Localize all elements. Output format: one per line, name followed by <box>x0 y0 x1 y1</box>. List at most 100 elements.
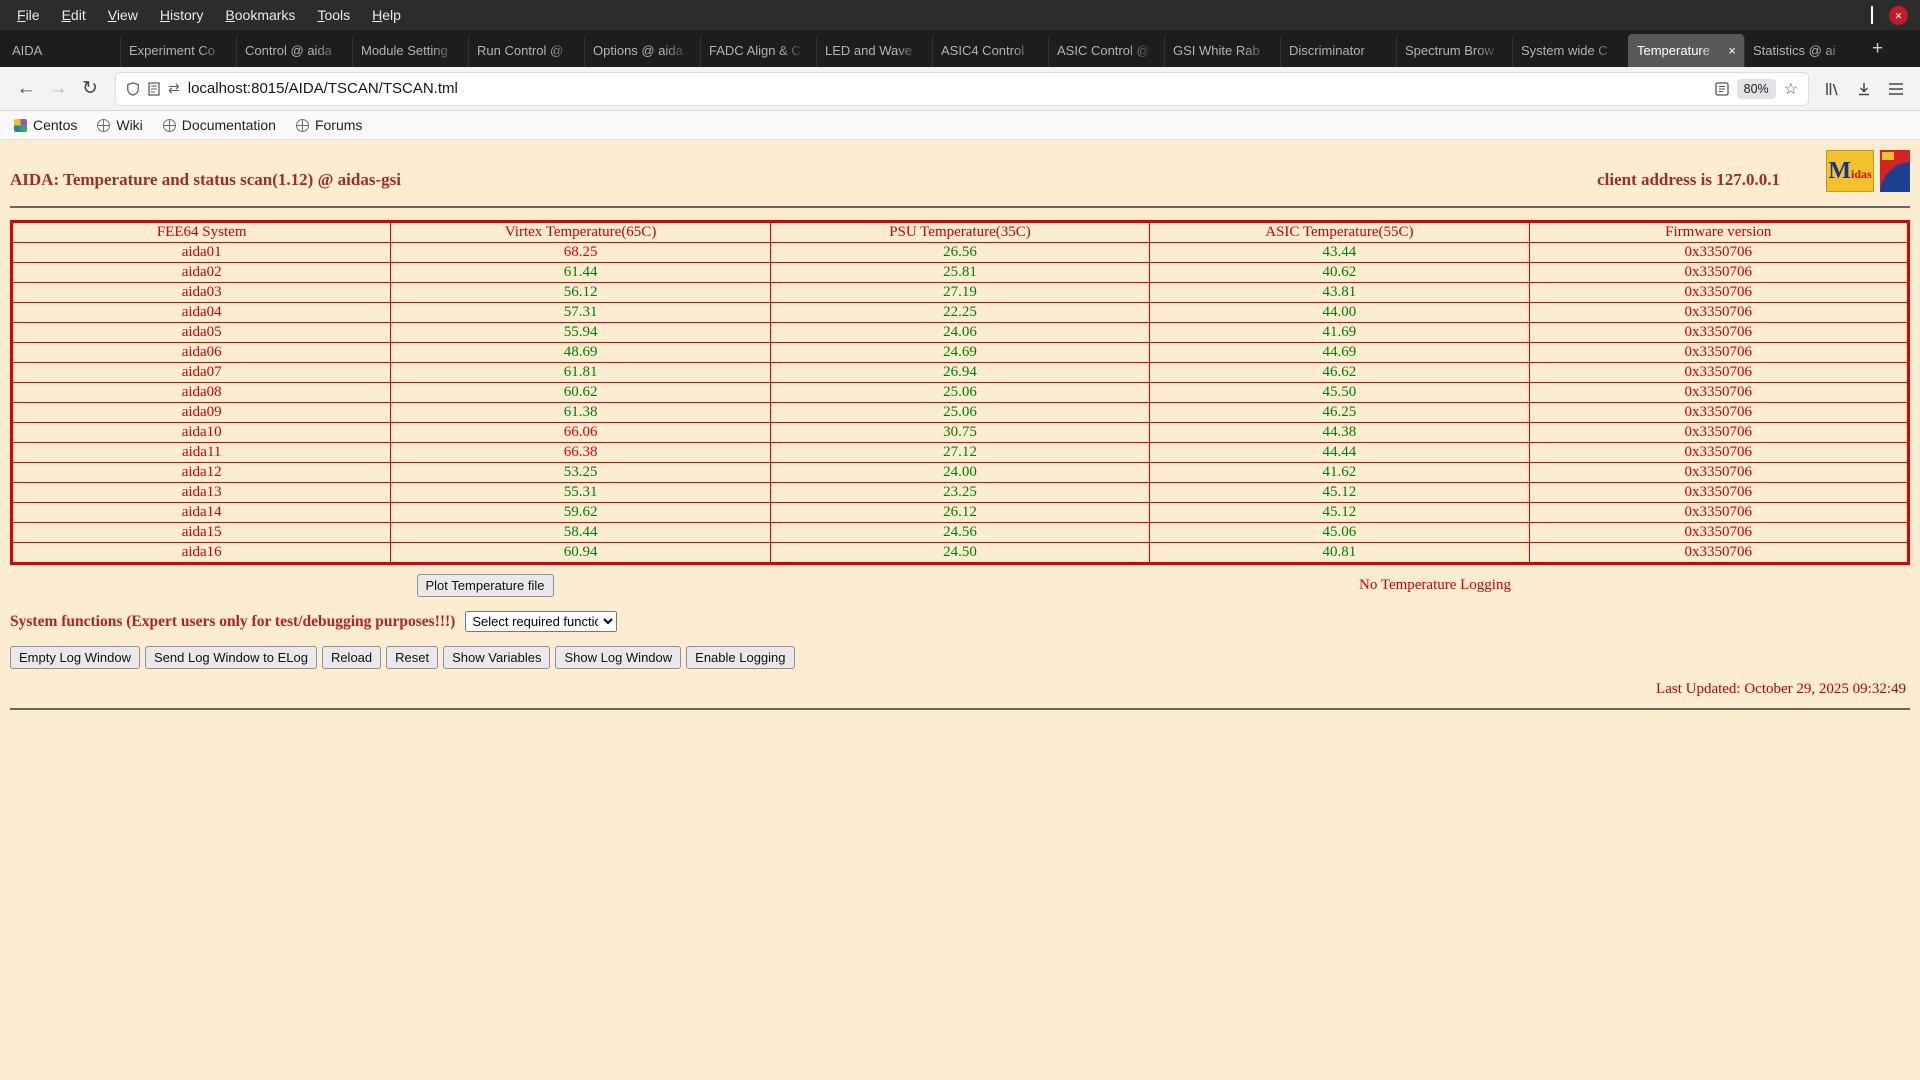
browser-tab[interactable]: Discriminator <box>1280 34 1396 67</box>
table-row: aida06 48.69 24.69 44.69 0x3350706 <box>10 342 1910 363</box>
system-function-select[interactable]: Select required function <box>465 611 618 632</box>
new-tab-button[interactable]: + <box>1860 38 1895 60</box>
browser-tab[interactable]: GSI White Rab <box>1164 34 1280 67</box>
system-action-button[interactable]: Reset <box>386 646 439 669</box>
system-action-button[interactable]: Empty Log Window <box>10 646 140 669</box>
virtex-temperature: 68.25 <box>390 242 771 263</box>
psu-temperature: 24.50 <box>769 542 1151 564</box>
bookmark-favicon <box>14 118 27 132</box>
bookmark-item[interactable]: Centos <box>14 117 77 133</box>
table-row: aida09 61.38 25.06 46.25 0x3350706 <box>10 402 1910 423</box>
tab-label: FADC Align & C <box>709 43 801 58</box>
column-header: FEE64 System <box>10 221 392 243</box>
menu-item[interactable]: File <box>6 2 51 28</box>
browser-tab[interactable]: Spectrum Brow <box>1396 34 1512 67</box>
bookmark-favicon <box>97 118 111 132</box>
browser-tab[interactable]: FADC Align & C <box>700 34 816 67</box>
hamburger-menu-icon[interactable] <box>1888 82 1904 96</box>
browser-tab[interactable]: Control @ aida <box>236 34 352 67</box>
asic-temperature: 40.81 <box>1149 542 1530 564</box>
fee64-system-name: aida06 <box>10 342 392 363</box>
firmware-version: 0x3350706 <box>1528 282 1910 303</box>
permissions-icon[interactable]: ⇄ <box>168 80 180 97</box>
toolbar-right-icons <box>1818 81 1910 97</box>
browser-tab[interactable]: Run Control @ <box>468 34 584 67</box>
menu-item[interactable]: Bookmarks <box>214 2 306 28</box>
fee64-system-name: aida07 <box>10 362 392 383</box>
temperature-logging-status: No Temperature Logging <box>1359 577 1511 593</box>
menu-item[interactable]: Help <box>361 2 412 28</box>
system-action-button[interactable]: Send Log Window to ELog <box>145 646 317 669</box>
page-info-icon[interactable] <box>148 81 160 96</box>
browser-tab[interactable]: Module Setting <box>352 34 468 67</box>
downloads-icon[interactable] <box>1856 81 1872 97</box>
table-row: aida08 60.62 25.06 45.50 0x3350706 <box>10 382 1910 403</box>
browser-tab[interactable]: Experiment Co <box>120 34 236 67</box>
tab-label: System wide C <box>1521 43 1608 58</box>
table-header-row: FEE64 System Virtex Temperature(65C) PSU… <box>10 221 1910 243</box>
plot-row: Plot Temperature file No Temperature Log… <box>10 574 1910 597</box>
psu-temperature: 24.69 <box>769 342 1151 363</box>
tracking-protection-shield-icon[interactable] <box>126 81 140 97</box>
firmware-version: 0x3350706 <box>1528 322 1910 343</box>
reader-mode-icon[interactable] <box>1714 81 1729 96</box>
browser-tab[interactable]: AIDA <box>4 34 120 67</box>
browser-tab[interactable]: Statistics @ ai <box>1744 34 1860 67</box>
fee64-system-name: aida12 <box>10 462 392 483</box>
column-header: Firmware version <box>1528 221 1910 243</box>
bookmark-label: Forums <box>314 117 363 133</box>
firmware-version: 0x3350706 <box>1528 302 1910 323</box>
bookmark-item[interactable]: Documentation <box>162 117 276 133</box>
close-icon[interactable]: × <box>1889 5 1908 25</box>
system-action-button[interactable]: Show Variables <box>443 646 551 669</box>
fee64-system-name: aida02 <box>10 262 392 283</box>
browser-tab[interactable]: ASIC4 Control <box>932 34 1048 67</box>
forward-icon[interactable]: → <box>42 78 74 100</box>
browser-tab[interactable]: System wide C <box>1512 34 1628 67</box>
back-icon[interactable]: ← <box>10 78 42 100</box>
plot-temperature-file-button[interactable]: Plot Temperature file <box>416 574 554 597</box>
browser-tab[interactable]: Temperature <box>1628 34 1744 67</box>
browser-tab[interactable]: Options @ aida <box>584 34 700 67</box>
zoom-level-button[interactable]: 80% <box>1736 78 1776 99</box>
system-action-button[interactable]: Reload <box>321 646 382 669</box>
url-input[interactable]: localhost:8015/AIDA/TSCAN/TSCAN.tml <box>188 80 458 97</box>
url-bar[interactable]: ⇄ localhost:8015/AIDA/TSCAN/TSCAN.tml 80… <box>116 72 1808 105</box>
tab-label: LED and Wave <box>825 43 912 58</box>
psu-temperature: 30.75 <box>769 422 1151 443</box>
psu-temperature: 26.94 <box>769 362 1151 383</box>
tab-label: Discriminator <box>1289 43 1365 58</box>
bookmark-star-icon[interactable]: ☆ <box>1784 79 1798 99</box>
browser-tab[interactable]: ASIC Control @ <box>1048 34 1164 67</box>
fee64-system-name: aida01 <box>10 242 392 263</box>
bookmark-item[interactable]: Forums <box>295 117 363 133</box>
system-action-button[interactable]: Show Log Window <box>555 646 682 669</box>
firmware-version: 0x3350706 <box>1528 502 1910 523</box>
firmware-version: 0x3350706 <box>1528 542 1910 564</box>
psu-temperature: 24.00 <box>769 462 1151 483</box>
tab-close-icon[interactable] <box>1724 43 1736 58</box>
menu-item[interactable]: Edit <box>51 2 97 28</box>
reload-icon[interactable]: ↻ <box>74 77 106 100</box>
browser-tab[interactable]: LED and Wave <box>816 34 932 67</box>
tab-label: AIDA <box>12 43 43 58</box>
midas-logo-text: Midas <box>1828 158 1872 184</box>
table-row: aida03 56.12 27.19 43.81 0x3350706 <box>10 282 1910 303</box>
virtex-temperature: 66.38 <box>390 442 771 463</box>
system-functions-row: System functions (Expert users only for … <box>10 611 1910 632</box>
menu-item[interactable]: History <box>149 2 215 28</box>
fee64-system-name: aida04 <box>10 302 392 323</box>
firmware-version: 0x3350706 <box>1528 482 1910 503</box>
menu-item[interactable]: Tools <box>306 2 361 28</box>
system-action-button[interactable]: Enable Logging <box>686 646 795 669</box>
divider <box>10 206 1910 208</box>
maximize-icon[interactable] <box>1871 6 1873 24</box>
bookmark-item[interactable]: Wiki <box>97 117 143 133</box>
tab-strip: AIDA Experiment Co Control @ aida Module… <box>4 34 1860 67</box>
library-icon[interactable] <box>1824 81 1840 97</box>
virtex-temperature: 60.62 <box>390 382 771 403</box>
menu-item[interactable]: View <box>97 2 149 28</box>
psu-temperature: 26.56 <box>769 242 1151 263</box>
fee64-system-name: aida16 <box>10 542 392 564</box>
tab-label: ASIC Control @ <box>1057 43 1150 58</box>
